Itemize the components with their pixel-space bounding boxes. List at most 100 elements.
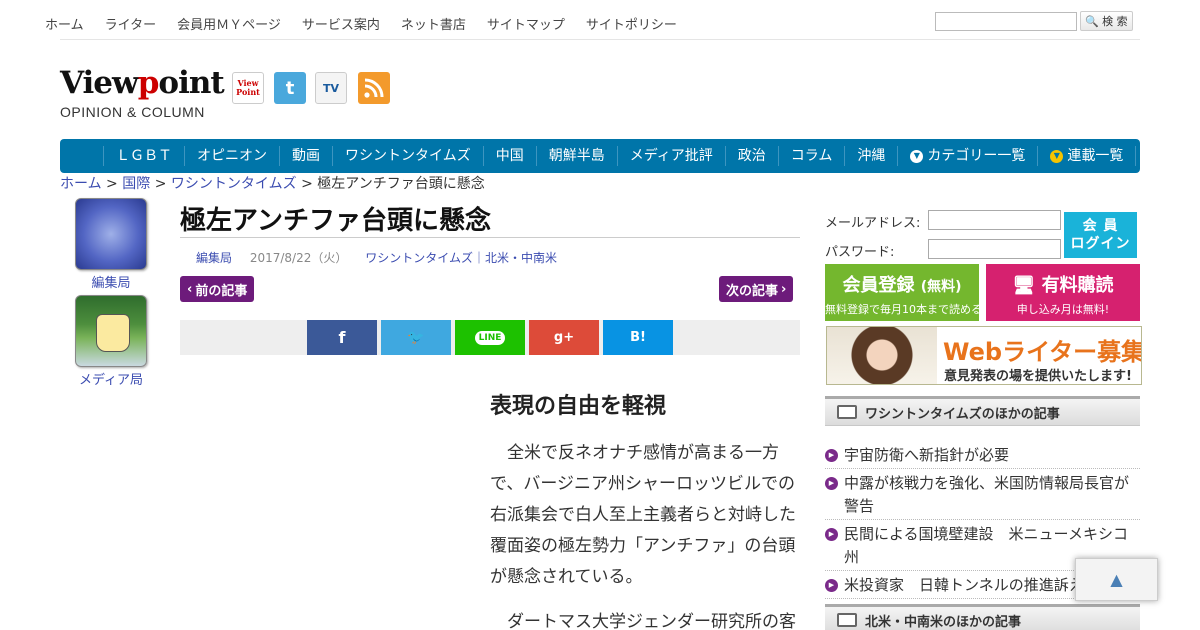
site-logo[interactable]: Viewpoint OPINION & COLUMN xyxy=(60,65,225,120)
top-nav-sitemap[interactable]: サイトマップ xyxy=(487,14,565,33)
chevron-right-icon: ▶ xyxy=(825,449,838,462)
register-note: 無料登録で毎月10本まで読める xyxy=(825,303,982,316)
article-categories[interactable]: ワシントンタイムズ｜北米・中南米 xyxy=(365,251,557,265)
breadcrumb-washington-times[interactable]: ワシントンタイムズ xyxy=(171,176,297,192)
section-heading-americas: 北米・中南米のほかの記事 xyxy=(825,604,1140,630)
share-facebook-button[interactable]: f xyxy=(307,320,377,355)
search-button[interactable]: 🔍 検 索 xyxy=(1080,11,1133,31)
nav-china[interactable]: 中国 xyxy=(482,146,536,166)
paid-title: 🖥 有料購読 xyxy=(1012,275,1114,296)
title-divider xyxy=(180,237,800,238)
top-nav-bookstore[interactable]: ネット書店 xyxy=(401,14,466,33)
article-paragraph: 全米で反ネオナチ感情が高まる一方で、バージニア州シャーロッツビルでの右派集会で白… xyxy=(490,443,796,587)
chevron-down-icon: ▼ xyxy=(1050,149,1064,163)
breadcrumb: ホーム > 国際 > ワシントンタイムズ > 極左アンチファ台頭に懸念 xyxy=(60,173,485,193)
logo-tagline: OPINION & COLUMN xyxy=(60,104,205,120)
nav-category-list[interactable]: ▼ カテゴリー一覧 xyxy=(897,146,1037,166)
nav-okinawa[interactable]: 沖縄 xyxy=(844,146,897,166)
breadcrumb-current: 極左アンチファ台頭に懸念 xyxy=(317,176,485,192)
breadcrumb-home[interactable]: ホーム xyxy=(60,176,102,192)
password-field[interactable] xyxy=(928,239,1061,259)
chevron-right-icon: ▶ xyxy=(825,579,838,592)
logo-wordmark: Viewpoint xyxy=(60,65,225,101)
top-nav-services[interactable]: サービス案内 xyxy=(302,14,380,33)
share-googleplus-button[interactable]: g+ xyxy=(529,320,599,355)
monitor-icon: 🖥 xyxy=(1012,275,1036,296)
article-author[interactable]: 編集局 xyxy=(196,251,232,265)
top-nav: ホーム ライター 会員用ＭＹページ サービス案内 ネット書店 サイトマップ サイ… xyxy=(45,14,677,33)
prev-article-button[interactable]: ‹ 前の記事 xyxy=(180,276,255,302)
share-twitter-button[interactable]: 🐦 xyxy=(381,320,451,355)
breadcrumb-separator: > xyxy=(301,176,313,192)
top-divider xyxy=(60,39,1140,40)
nav-opinion[interactable]: オピニオン xyxy=(184,146,279,166)
facebook-icon: f xyxy=(338,328,346,347)
nav-politics[interactable]: 政治 xyxy=(724,146,778,166)
section-heading-label: 北米・中南米のほかの記事 xyxy=(865,614,1022,630)
article-subhead: 表現の自由を軽視 xyxy=(490,394,667,419)
author-media[interactable]: メディア局 xyxy=(73,295,149,388)
next-article-label: 次の記事 xyxy=(726,283,779,299)
chevron-right-icon: ▶ xyxy=(825,528,838,541)
nav-washington-times[interactable]: ワシントンタイムズ xyxy=(332,146,483,166)
email-label: メールアドレス: xyxy=(825,216,921,231)
top-utility-bar: ホーム ライター 会員用ＭＹページ サービス案内 ネット書店 サイトマップ サイ… xyxy=(0,0,1200,40)
password-label: パスワード: xyxy=(825,245,895,260)
banner-photo xyxy=(827,327,937,384)
list-item[interactable]: ▶ 中露が核戦力を強化、米国防情報局長官が警告 xyxy=(825,471,1140,520)
chevron-down-icon: ▼ xyxy=(910,149,924,163)
top-nav-home[interactable]: ホーム xyxy=(45,14,84,33)
author-name[interactable]: 編集局 xyxy=(73,272,149,291)
nav-series-list[interactable]: ▼ 連載一覧 xyxy=(1037,146,1137,166)
nav-korea[interactable]: 朝鮮半島 xyxy=(535,146,617,166)
avatar xyxy=(75,295,147,367)
search-icon: 🔍 xyxy=(1085,14,1100,28)
author-editorial[interactable]: 編集局 xyxy=(73,198,149,291)
banner-title: Webライター募集 xyxy=(943,338,1142,366)
list-item[interactable]: ▶ 宇宙防衛へ新指針が必要 xyxy=(825,443,1140,469)
scroll-to-top-button[interactable]: ▲ xyxy=(1075,558,1158,601)
article-meta: 編集局 2017/8/22（火） ワシントンタイムズ｜北米・中南米 xyxy=(196,249,557,266)
nav-category-list-label: カテゴリー一覧 xyxy=(927,148,1026,164)
article-body: 全米で反ネオナチ感情が高まる一方で、バージニア州シャーロッツビルでの右派集会で白… xyxy=(490,438,802,630)
search-input[interactable] xyxy=(935,12,1077,31)
top-nav-writer[interactable]: ライター xyxy=(105,14,156,33)
nav-column[interactable]: コラム xyxy=(777,146,845,166)
section-heading-washington: ワシントンタイムズのほかの記事 xyxy=(825,396,1140,426)
nav-lgbt[interactable]: ＬＧＢＴ xyxy=(103,146,184,166)
rss-glyph xyxy=(364,78,384,98)
main-nav: ＬＧＢＴ オピニオン 動画 ワシントンタイムズ 中国 朝鮮半島 メディア批評 政… xyxy=(60,139,1140,173)
window-icon xyxy=(837,613,857,627)
login-button-line2: ログイン xyxy=(1070,236,1131,252)
share-hatena-button[interactable]: B! xyxy=(603,320,673,355)
twitter-icon[interactable]: t xyxy=(274,72,306,104)
nav-video[interactable]: 動画 xyxy=(279,146,332,166)
section-heading-label: ワシントンタイムズのほかの記事 xyxy=(865,406,1060,422)
hatena-bookmark-icon: B! xyxy=(630,330,646,345)
breadcrumb-international[interactable]: 国際 xyxy=(122,176,150,192)
author-name[interactable]: メディア局 xyxy=(73,369,149,388)
member-register-button[interactable]: 会員登録 (無料) 無料登録で毎月10本まで読める xyxy=(825,264,982,321)
paid-note: 申し込み月は無料! xyxy=(1016,303,1110,316)
login-button-line1: 会 員 xyxy=(1082,218,1119,234)
web-writer-banner[interactable]: Webライター募集 意見発表の場を提供いたします! xyxy=(826,326,1142,385)
line-icon: LINE xyxy=(474,330,506,345)
paid-subscription-button[interactable]: 🖥 有料購読 申し込み月は無料! xyxy=(986,264,1140,321)
rss-icon[interactable] xyxy=(358,72,390,104)
window-icon xyxy=(837,405,857,419)
top-nav-policy[interactable]: サイトポリシー xyxy=(586,14,677,33)
article-paragraph: ダートマス大学ジェンダー研究所の客 xyxy=(507,612,796,630)
share-line-button[interactable]: LINE xyxy=(455,320,525,355)
member-login-button[interactable]: 会 員 ログイン xyxy=(1064,212,1137,258)
nav-media-critique[interactable]: メディア批評 xyxy=(616,146,725,166)
top-nav-mypage[interactable]: 会員用ＭＹページ xyxy=(177,14,281,33)
next-article-button[interactable]: 次の記事 › xyxy=(719,276,794,302)
tv-icon[interactable]: TV xyxy=(315,72,347,104)
related-article-link[interactable]: 宇宙防衛へ新指針が必要 xyxy=(844,444,1140,467)
email-field[interactable] xyxy=(928,210,1061,230)
chevron-left-icon: ‹ xyxy=(187,281,193,297)
viewpoint-facebook-icon[interactable]: View Point xyxy=(232,72,264,104)
breadcrumb-separator: > xyxy=(106,176,118,192)
article-title: 極左アンチファ台頭に懸念 xyxy=(180,206,491,236)
related-article-link[interactable]: 中露が核戦力を強化、米国防情報局長官が警告 xyxy=(844,472,1140,518)
